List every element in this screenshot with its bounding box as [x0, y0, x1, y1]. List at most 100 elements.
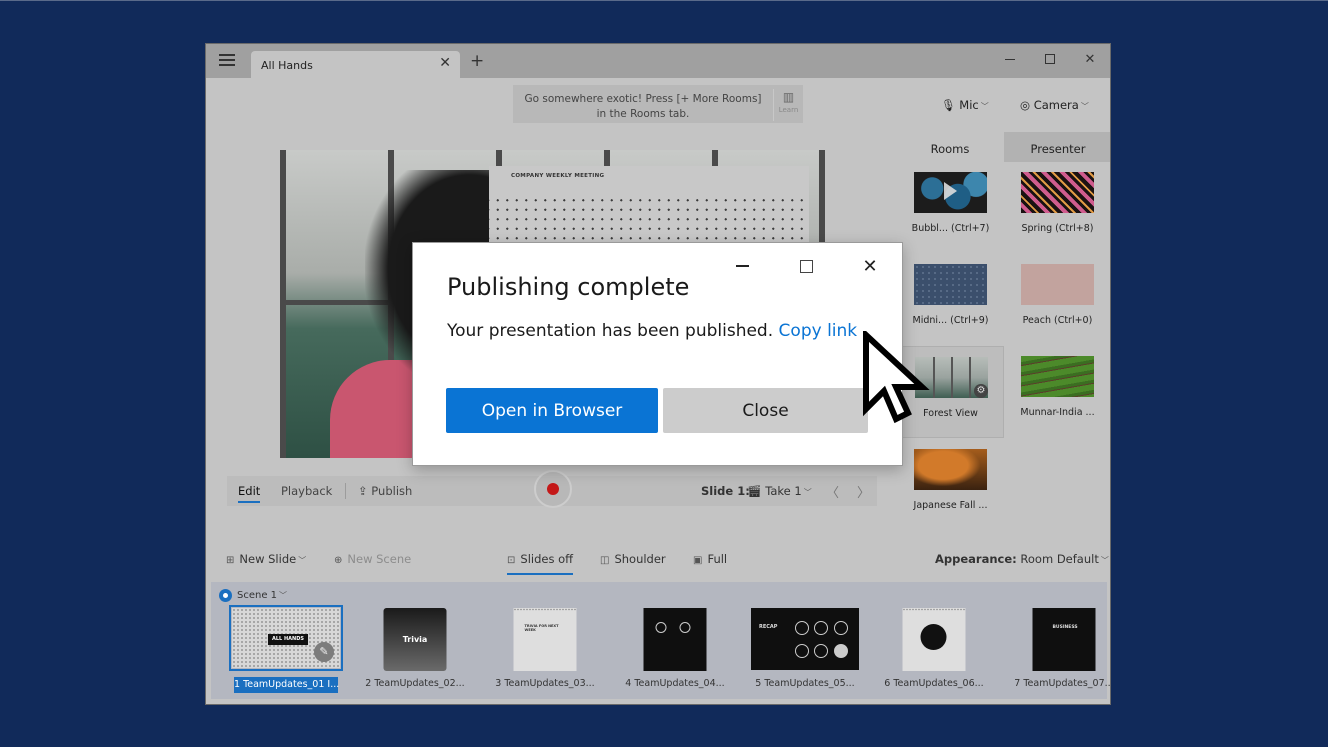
chevron-down-icon: ﹀ [803, 488, 812, 497]
maximize-icon [1045, 54, 1055, 64]
add-slide-icon: ⊞ [226, 555, 235, 566]
room-thumbnail [1021, 172, 1094, 213]
camera-dropdown[interactable]: ◎ Camera ﹀ [1020, 98, 1089, 112]
room-label: Bubbl... (Ctrl+7) [911, 223, 990, 234]
room-label: Japanese Fall ... [913, 500, 988, 511]
tab-presenter[interactable]: Presenter [1004, 132, 1110, 162]
slide-item[interactable]: RECAP 5 TeamUpdates_05... [740, 608, 870, 696]
slide-thumb-text: TRIVIA FOR NEXT WEEK [524, 624, 559, 632]
take-dropdown[interactable]: 🎬︎ Take 1 ﹀ [747, 484, 812, 498]
scene-icon [219, 589, 232, 602]
dialog-maximize-button[interactable] [774, 251, 838, 281]
play-icon [944, 182, 957, 200]
chevron-down-icon: ﹀ [298, 556, 307, 565]
layout-full[interactable]: ▣ Full [693, 552, 727, 566]
minimize-button[interactable] [990, 44, 1030, 74]
room-forest-view[interactable]: ⚙ Forest View [897, 346, 1004, 438]
thumb-circle [920, 624, 947, 650]
record-button[interactable] [534, 470, 572, 508]
close-icon: ✕ [862, 255, 878, 277]
maximize-button[interactable] [1030, 44, 1070, 74]
slide-thumbnail: TRIVIA FOR NEXT WEEK [513, 608, 577, 671]
slides-toolbar: ⊞ New Slide ﹀ ⊕ New Scene ⊡ Slides off ◫ Shou… [206, 532, 1110, 582]
slide-overlay-header [489, 166, 809, 192]
plus-icon[interactable]: + [470, 53, 484, 70]
full-layout-icon: ▣ [693, 555, 703, 566]
close-button[interactable]: Close [663, 388, 868, 433]
slide-item[interactable]: Trivia 2 TeamUpdates_02... [350, 608, 480, 696]
slide-label: 4 TeamUpdates_04... [625, 678, 725, 689]
close-window-button[interactable]: ✕ [1070, 44, 1110, 74]
room-japanese-fall[interactable]: Japanese Fall ... [897, 439, 1004, 531]
room-spring[interactable]: Spring (Ctrl+8) [1004, 162, 1110, 254]
scene-strip: Scene 1 ﹀ ALL HANDS ✎ 1 TeamUpdates_01 I.… [211, 582, 1110, 699]
room-midnight[interactable]: Midni... (Ctrl+9) [897, 254, 1004, 346]
publish-button[interactable]: ⇪ Publish [358, 484, 412, 498]
chevron-right-icon[interactable]: 〉 [857, 482, 870, 501]
slide-thumbnail: Trivia [383, 608, 447, 671]
dialog-message-text: Your presentation has been published. [447, 321, 774, 341]
chevron-down-icon: ﹀ [279, 591, 288, 600]
slide-label: 2 TeamUpdates_02... [365, 678, 465, 689]
dialog-minimize-button[interactable] [710, 251, 774, 281]
room-thumbnail [1021, 264, 1094, 305]
room-thumbnail [1021, 356, 1094, 397]
publishing-complete-dialog: ✕ Publishing complete Your presentation … [412, 242, 903, 466]
slide-item[interactable]: 4 TeamUpdates_04... [610, 608, 740, 696]
scene-dropdown[interactable]: Scene 1 ﹀ [219, 589, 287, 602]
slide-item[interactable]: 6 TeamUpdates_06... [869, 608, 999, 696]
open-in-browser-button[interactable]: Open in Browser [446, 388, 658, 433]
close-icon: ✕ [1084, 51, 1096, 67]
copy-link[interactable]: Copy link [779, 321, 858, 341]
tab-playback[interactable]: Playback [281, 484, 332, 498]
shoulder-layout-icon: ◫ [600, 555, 610, 566]
tip-banner: Go somewhere exotic! Press [+ More Rooms… [513, 85, 803, 123]
mic-label: Mic [959, 98, 979, 112]
divider [345, 483, 346, 499]
clapperboard-icon: 🎬︎ [747, 484, 766, 498]
thumb-circle [834, 644, 848, 658]
tab-all-hands[interactable]: All Hands ✕ [251, 51, 460, 79]
slide-label: 1 TeamUpdates_01 I... [234, 677, 339, 693]
slide-item[interactable]: BUSINESS 7 TeamUpdates_07... [999, 608, 1111, 696]
appearance-dropdown[interactable]: Appearance: Room Default ﹀ [935, 552, 1109, 566]
dialog-close-button[interactable]: ✕ [838, 251, 902, 281]
microphone-icon: 🎙︎ [941, 98, 956, 112]
room-munnar-india[interactable]: Munnar-India ... [1004, 346, 1110, 438]
room-label: Munnar-India ... [1020, 407, 1095, 418]
mic-dropdown[interactable]: 🎙︎ Mic ﹀ [941, 98, 989, 112]
thumb-circle [679, 622, 691, 633]
gear-icon[interactable]: ⚙ [974, 384, 988, 398]
full-label: Full [707, 552, 728, 566]
new-scene-button[interactable]: ⊕ New Scene [334, 552, 411, 566]
shoulder-label: Shoulder [614, 552, 666, 566]
menu-icon[interactable] [219, 54, 235, 66]
layout-shoulder[interactable]: ◫ Shoulder [600, 552, 666, 566]
slide-item[interactable]: TRIVIA FOR NEXT WEEK 3 TeamUpdates_03... [480, 608, 610, 696]
slide-label: 7 TeamUpdates_07... [1014, 678, 1111, 689]
publish-label: Publish [371, 484, 413, 498]
thumb-circle [795, 621, 809, 635]
tab-rooms[interactable]: Rooms [896, 132, 1004, 162]
tip-line-1: Go somewhere exotic! Press [+ More Rooms… [524, 93, 762, 105]
window-frame [969, 357, 971, 398]
minimize-icon [735, 265, 749, 267]
tab-edit[interactable]: Edit [238, 484, 261, 503]
close-icon[interactable]: ✕ [439, 55, 451, 71]
slide-item[interactable]: ALL HANDS ✎ 1 TeamUpdates_01 I... [221, 605, 351, 696]
room-peach[interactable]: Peach (Ctrl+0) [1004, 254, 1110, 346]
dialog-window-controls: ✕ [710, 251, 902, 281]
slide-overlay: COMPANY WEEKLY MEETING [489, 166, 809, 248]
thumb-circle [814, 621, 828, 635]
room-bubbles[interactable]: Bubbl... (Ctrl+7) [897, 162, 1004, 254]
dialog-message: Your presentation has been published. Co… [447, 321, 857, 341]
rooms-panel: Rooms Presenter Bubbl... (Ctrl+7) Spring… [896, 132, 1110, 532]
chevron-left-icon[interactable]: 〈 [826, 482, 839, 501]
pencil-icon[interactable]: ✎ [314, 642, 334, 662]
learn-button[interactable]: ▥ Learn [773, 89, 803, 121]
slide-thumb-text: BUSINESS [1052, 625, 1078, 630]
new-slide-button[interactable]: ⊞ New Slide ﹀ [226, 552, 306, 566]
slides-off-label: Slides off [520, 552, 574, 566]
layout-slides-off[interactable]: ⊡ Slides off [507, 552, 574, 575]
appearance-value: Room Default [1020, 552, 1099, 566]
